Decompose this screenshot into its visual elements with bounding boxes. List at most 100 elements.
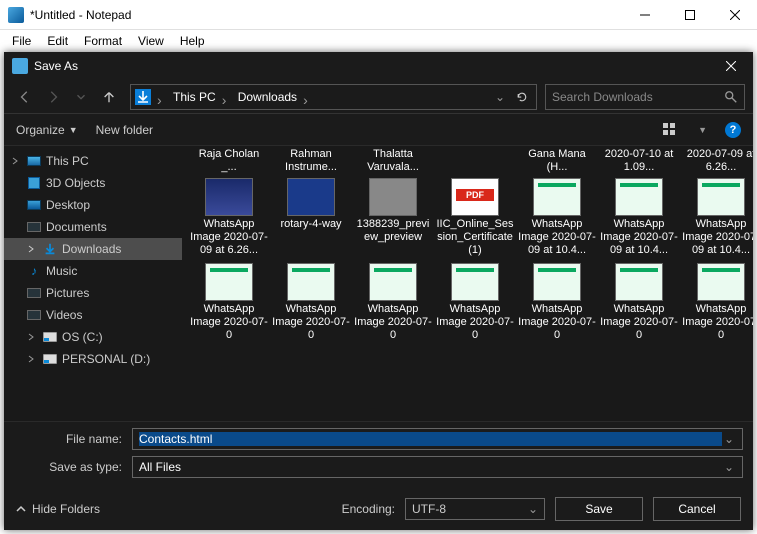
organize-menu[interactable]: Organize ▼ <box>16 123 78 137</box>
chevron-down-icon[interactable] <box>528 502 538 516</box>
search-input[interactable] <box>552 90 724 104</box>
expand-icon[interactable] <box>10 155 22 167</box>
dialog-close-button[interactable] <box>708 52 753 80</box>
save-button[interactable]: Save <box>555 497 643 521</box>
image-thumbnail-icon <box>287 263 335 301</box>
chevron-right-icon[interactable] <box>157 92 167 102</box>
tree-music[interactable]: ♪ Music <box>4 260 182 282</box>
file-item[interactable]: 2020-07-10 at 1.09... <box>600 148 678 174</box>
image-thumbnail-icon <box>369 178 417 216</box>
file-item[interactable]: 2020-07-09 at 6.26... <box>682 148 753 174</box>
notepad-titlebar: *Untitled - Notepad <box>0 0 757 30</box>
file-item[interactable]: WhatsApp Image 2020-07-0 <box>272 263 350 342</box>
close-button[interactable] <box>712 0 757 30</box>
file-item[interactable]: 1388239_preview_preview <box>354 178 432 257</box>
tree-personal-d[interactable]: PERSONAL (D:) <box>4 348 182 370</box>
dialog-titlebar: Save As <box>4 52 753 80</box>
nav-recent-button[interactable] <box>68 84 94 110</box>
tree-desktop[interactable]: Desktop <box>4 194 182 216</box>
help-button[interactable]: ? <box>725 122 741 138</box>
notepad-icon <box>8 7 24 23</box>
search-box[interactable] <box>545 84 745 110</box>
view-options-button[interactable] <box>660 120 680 140</box>
file-item[interactable]: WhatsApp Image 2020-07-0 <box>682 263 753 342</box>
filetype-field[interactable]: All Files <box>132 456 743 478</box>
files-pane[interactable]: Raja Cholan _... Rahman Instrume... Thal… <box>182 146 753 421</box>
breadcrumb-this-pc[interactable]: This PC <box>169 90 220 104</box>
file-item[interactable]: WhatsApp Image 2020-07-0 <box>518 263 596 342</box>
filename-input[interactable] <box>139 432 722 446</box>
file-item[interactable]: WhatsApp Image 2020-07-09 at 6.26... <box>190 178 268 257</box>
encoding-value: UTF-8 <box>412 502 446 516</box>
tree-videos[interactable]: Videos <box>4 304 182 326</box>
image-thumbnail-icon <box>451 263 499 301</box>
chevron-right-icon[interactable] <box>222 92 232 102</box>
search-icon[interactable] <box>724 90 738 104</box>
filename-label: File name: <box>14 432 132 446</box>
tree-3d-objects[interactable]: 3D Objects <box>4 172 182 194</box>
dialog-toolbar: Organize ▼ New folder ▼ ? <box>4 114 753 146</box>
encoding-select[interactable]: UTF-8 <box>405 498 545 520</box>
file-item[interactable]: WhatsApp Image 2020-07-0 <box>354 263 432 342</box>
nav-back-button[interactable] <box>12 84 38 110</box>
filetype-value: All Files <box>139 460 722 474</box>
dialog-title: Save As <box>34 59 708 73</box>
tree-downloads[interactable]: Downloads <box>4 238 182 260</box>
pc-icon <box>26 153 42 169</box>
new-folder-button[interactable]: New folder <box>96 123 153 137</box>
filename-field[interactable] <box>132 428 743 450</box>
chevron-right-icon[interactable] <box>26 353 38 365</box>
file-item[interactable]: Raja Cholan _... <box>190 148 268 174</box>
file-item[interactable]: Rahman Instrume... <box>272 148 350 174</box>
file-item[interactable]: IIC_Online_Session_Certificate (1) <box>436 178 514 257</box>
nav-forward-button[interactable] <box>40 84 66 110</box>
chevron-up-icon <box>16 504 26 514</box>
filetype-label: Save as type: <box>14 460 132 474</box>
tree-documents[interactable]: Documents <box>4 216 182 238</box>
file-item[interactable]: Gana Mana (H... <box>518 148 596 174</box>
pictures-icon <box>26 285 42 301</box>
file-item[interactable] <box>436 148 514 174</box>
image-thumbnail-icon <box>697 178 745 216</box>
notepad-window: *Untitled - Notepad File Edit Format Vie… <box>0 0 757 534</box>
file-item[interactable]: WhatsApp Image 2020-07-09 at 10.4... <box>682 178 753 257</box>
menu-edit[interactable]: Edit <box>41 32 74 50</box>
hide-folders-button[interactable]: Hide Folders <box>16 502 100 516</box>
breadcrumb-downloads[interactable]: Downloads <box>234 90 301 104</box>
menu-format[interactable]: Format <box>78 32 128 50</box>
dialog-icon <box>12 58 28 74</box>
tree-this-pc[interactable]: This PC <box>4 150 182 172</box>
chevron-down-icon[interactable] <box>722 432 736 446</box>
view-dropdown-icon[interactable]: ▼ <box>698 125 707 135</box>
breadcrumb[interactable]: This PC Downloads <box>130 84 537 110</box>
file-item[interactable]: rotary-4-way <box>272 178 350 257</box>
videos-icon <box>26 307 42 323</box>
file-item[interactable]: Thalatta Varuvala... <box>354 148 432 174</box>
chevron-right-icon[interactable] <box>26 331 38 343</box>
save-as-dialog: Save As This PC Downloads <box>4 52 753 530</box>
menu-file[interactable]: File <box>6 32 37 50</box>
tree-os-c[interactable]: OS (C:) <box>4 326 182 348</box>
file-item[interactable]: WhatsApp Image 2020-07-0 <box>436 263 514 342</box>
menu-help[interactable]: Help <box>174 32 211 50</box>
nav-up-button[interactable] <box>96 84 122 110</box>
image-thumbnail-icon <box>287 178 335 216</box>
minimize-button[interactable] <box>622 0 667 30</box>
image-thumbnail-icon <box>205 263 253 301</box>
breadcrumb-history-button[interactable] <box>490 87 510 107</box>
file-item[interactable]: WhatsApp Image 2020-07-09 at 10.4... <box>600 178 678 257</box>
chevron-down-icon[interactable] <box>722 460 736 474</box>
menu-view[interactable]: View <box>132 32 170 50</box>
image-thumbnail-icon <box>533 178 581 216</box>
cancel-button[interactable]: Cancel <box>653 497 741 521</box>
refresh-button[interactable] <box>512 87 532 107</box>
file-item[interactable]: WhatsApp Image 2020-07-09 at 10.4... <box>518 178 596 257</box>
image-thumbnail-icon <box>615 178 663 216</box>
tree-pictures[interactable]: Pictures <box>4 282 182 304</box>
file-item[interactable]: WhatsApp Image 2020-07-0 <box>190 263 268 342</box>
file-item[interactable]: WhatsApp Image 2020-07-0 <box>600 263 678 342</box>
chevron-right-icon[interactable] <box>26 243 38 255</box>
chevron-right-icon[interactable] <box>303 92 313 102</box>
maximize-button[interactable] <box>667 0 712 30</box>
image-thumbnail-icon <box>369 263 417 301</box>
